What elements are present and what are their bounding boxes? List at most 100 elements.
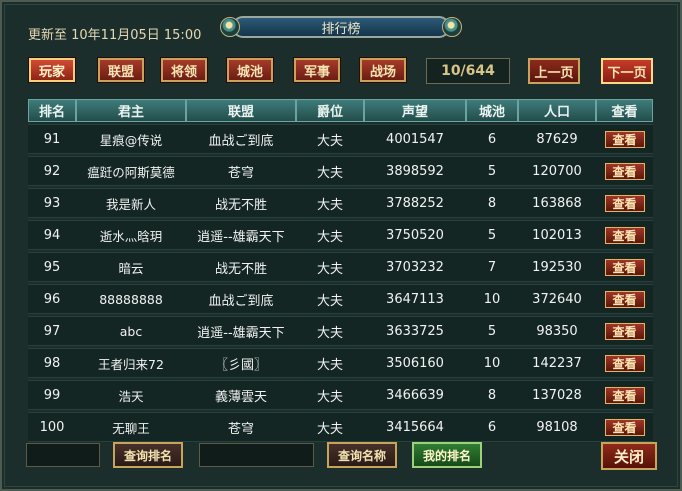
cell-population: 163868	[518, 188, 596, 218]
col-header-rank: 排名	[28, 99, 76, 122]
cell-cities: 8	[466, 380, 518, 410]
cell-alliance: 战无不胜	[186, 252, 296, 282]
cell-view: 查看	[596, 380, 653, 410]
view-button[interactable]: 查看	[604, 354, 645, 372]
cell-population: 137028	[518, 380, 596, 410]
table-row: 98 王者归来72 〖彡國〗 大夫 3506160 10 142237 查看	[28, 348, 653, 378]
table-row: 94 逝水灬晗玥 逍遥--雄霸天下 大夫 3750520 5 102013 查看	[28, 220, 653, 250]
cell-title: 大夫	[296, 220, 364, 250]
view-button[interactable]: 查看	[604, 162, 645, 180]
cell-lord: 逝水灬晗玥	[76, 220, 186, 250]
tab-city[interactable]: 城池	[227, 58, 273, 82]
cell-view: 查看	[596, 348, 653, 378]
my-rank-button[interactable]: 我的排名	[412, 442, 482, 468]
cell-cities: 8	[466, 188, 518, 218]
tab-military[interactable]: 军事	[294, 58, 340, 82]
col-header-cities: 城池	[466, 99, 518, 122]
col-header-alliance: 联盟	[186, 99, 296, 122]
cell-prestige: 3633725	[364, 316, 466, 346]
cell-title: 大夫	[296, 252, 364, 282]
cell-alliance: 苍穹	[186, 156, 296, 186]
cell-rank: 98	[28, 348, 76, 378]
cell-population: 142237	[518, 348, 596, 378]
cell-rank: 94	[28, 220, 76, 250]
cell-lord: abc	[76, 316, 186, 346]
table-row: 97 abc 逍遥--雄霸天下 大夫 3633725 5 98350 查看	[28, 316, 653, 346]
cell-rank: 99	[28, 380, 76, 410]
page-title: 排行榜	[321, 22, 361, 37]
cell-alliance: 苍穹	[186, 412, 296, 442]
tab-general[interactable]: 将领	[161, 58, 207, 82]
tab-alliance[interactable]: 联盟	[98, 58, 144, 82]
table-row: 99 浩天 義薄雲天 大夫 3466639 8 137028 查看	[28, 380, 653, 410]
cell-prestige: 3898592	[364, 156, 466, 186]
query-rank-button[interactable]: 查询排名	[113, 442, 183, 468]
cell-cities: 7	[466, 252, 518, 282]
cell-rank: 100	[28, 412, 76, 442]
cell-alliance: 战无不胜	[186, 188, 296, 218]
cell-rank: 95	[28, 252, 76, 282]
tab-player[interactable]: 玩家	[29, 58, 75, 82]
cell-prestige: 4001547	[364, 124, 466, 154]
cell-alliance: 義薄雲天	[186, 380, 296, 410]
prev-page-button[interactable]: 上一页	[528, 58, 580, 84]
cell-rank: 92	[28, 156, 76, 186]
view-button[interactable]: 查看	[604, 258, 645, 276]
table-row: 95 暗云 战无不胜 大夫 3703232 7 192530 查看	[28, 252, 653, 282]
cell-title: 大夫	[296, 348, 364, 378]
cell-rank: 97	[28, 316, 76, 346]
cell-lord: 瘟跹の阿斯莫德	[76, 156, 186, 186]
col-header-prestige: 声望	[364, 99, 466, 122]
cell-cities: 10	[466, 348, 518, 378]
cell-title: 大夫	[296, 284, 364, 314]
cell-rank: 93	[28, 188, 76, 218]
cell-lord: 王者归来72	[76, 348, 186, 378]
cell-lord: 浩天	[76, 380, 186, 410]
rank-search-input[interactable]	[26, 443, 100, 467]
view-button[interactable]: 查看	[604, 386, 645, 404]
query-name-button[interactable]: 查询名称	[327, 442, 397, 468]
cell-lord: 88888888	[76, 284, 186, 314]
cell-lord: 无聊王	[76, 412, 186, 442]
view-button[interactable]: 查看	[604, 226, 645, 244]
update-time: 更新至 10年11月05日 15:00	[28, 28, 202, 43]
cell-population: 372640	[518, 284, 596, 314]
cell-population: 98350	[518, 316, 596, 346]
view-button[interactable]: 查看	[604, 418, 645, 436]
cell-lord: 星痕@传说	[76, 124, 186, 154]
cell-rank: 91	[28, 124, 76, 154]
col-header-population: 人口	[518, 99, 596, 122]
cell-prestige: 3788252	[364, 188, 466, 218]
view-button[interactable]: 查看	[604, 130, 645, 148]
col-header-title: 爵位	[296, 99, 364, 122]
table-row: 93 我是新人 战无不胜 大夫 3788252 8 163868 查看	[28, 188, 653, 218]
cell-title: 大夫	[296, 316, 364, 346]
cell-population: 192530	[518, 252, 596, 282]
cell-alliance: 〖彡國〗	[186, 348, 296, 378]
next-page-button[interactable]: 下一页	[601, 58, 653, 84]
page-indicator: 10/644	[426, 58, 510, 84]
close-button[interactable]: 关闭	[601, 442, 657, 470]
view-button[interactable]: 查看	[604, 290, 645, 308]
cell-cities: 10	[466, 284, 518, 314]
view-button[interactable]: 查看	[604, 322, 645, 340]
table-row: 92 瘟跹の阿斯莫德 苍穹 大夫 3898592 5 120700 查看	[28, 156, 653, 186]
cell-lord: 我是新人	[76, 188, 186, 218]
cell-alliance: 逍遥--雄霸天下	[186, 316, 296, 346]
cell-alliance: 逍遥--雄霸天下	[186, 220, 296, 250]
table-row: 96 88888888 血战ご到底 大夫 3647113 10 372640 查看	[28, 284, 653, 314]
tab-battlefield[interactable]: 战场	[360, 58, 406, 82]
cell-cities: 5	[466, 316, 518, 346]
cell-lord: 暗云	[76, 252, 186, 282]
cell-view: 查看	[596, 220, 653, 250]
view-button[interactable]: 查看	[604, 194, 645, 212]
cell-alliance: 血战ご到底	[186, 284, 296, 314]
cell-prestige: 3415664	[364, 412, 466, 442]
table-row: 100 无聊王 苍穹 大夫 3415664 6 98108 查看	[28, 412, 653, 442]
ranking-table: 排名 君主 联盟 爵位 声望 城池 人口 查看 91 星痕@传说 血战ご到底 大夫 40…	[28, 97, 653, 444]
cell-title: 大夫	[296, 412, 364, 442]
name-search-input[interactable]	[199, 443, 314, 467]
cell-title: 大夫	[296, 124, 364, 154]
cell-cities: 5	[466, 156, 518, 186]
cell-view: 查看	[596, 188, 653, 218]
